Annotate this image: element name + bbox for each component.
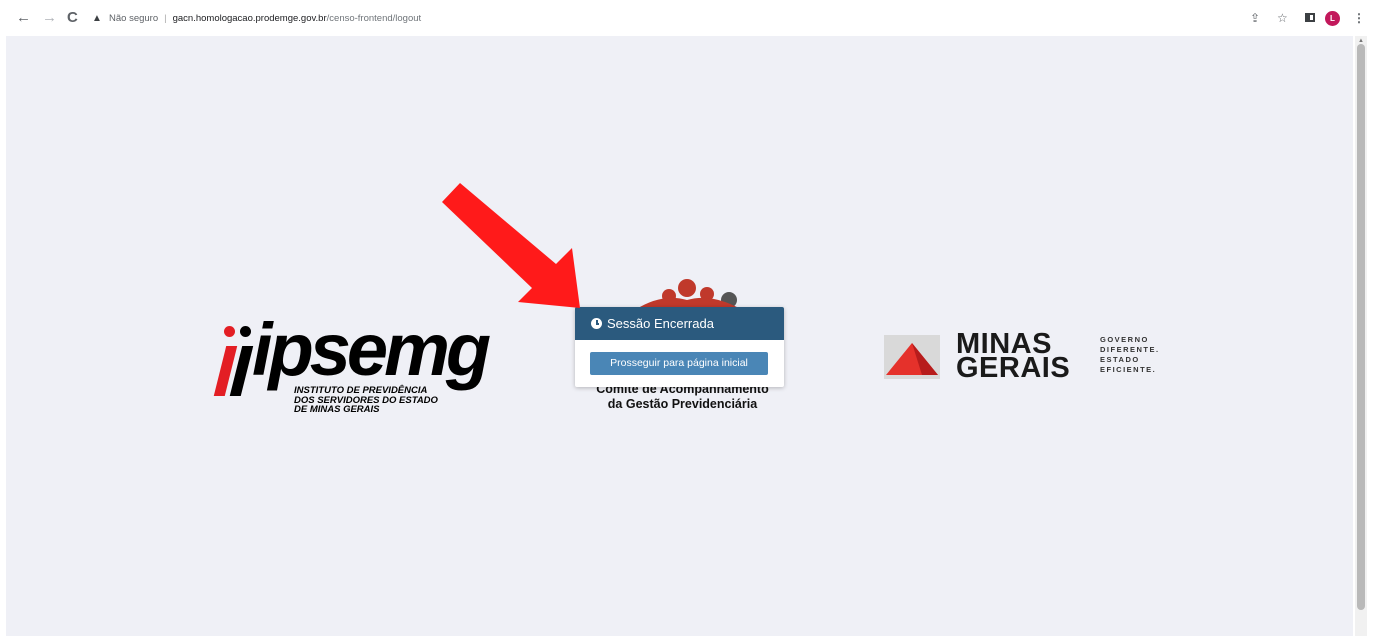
forward-arrow-icon[interactable]: → xyxy=(42,10,57,26)
bookmark-star-icon[interactable]: ☆ xyxy=(1277,10,1288,26)
url-host: gacn.homologacao.prodemge.gov.br xyxy=(172,13,327,24)
profile-avatar[interactable]: L xyxy=(1325,11,1340,26)
ipsemg-subtitle-line: DE MINAS GERAIS xyxy=(294,404,380,415)
scrollbar-thumb[interactable] xyxy=(1357,44,1365,610)
dialog-title: Sessão Encerrada xyxy=(607,316,714,331)
address-separator: | xyxy=(164,13,167,24)
mg-tagline-line: GOVERNO xyxy=(1100,335,1149,344)
logo-dot-black xyxy=(240,326,251,337)
mg-tagline-line: EFICIENTE. xyxy=(1100,365,1157,374)
dialog-header: Sessão Encerrada xyxy=(575,307,784,340)
minas-gerais-logo: MINAS GERAIS GOVERNO DIFERENTE. ESTADO E… xyxy=(884,330,1184,392)
browser-toolbar: ← → C ▲ Não seguro | gacn.homologacao.prode… xyxy=(0,0,1373,36)
reload-icon[interactable]: C xyxy=(67,10,78,26)
red-arrow-annotation xyxy=(442,183,580,308)
session-ended-dialog: Sessão Encerrada Prosseguir para página … xyxy=(575,307,784,387)
url-path: /censo-frontend/logout xyxy=(326,13,422,24)
mg-triangle-icon xyxy=(886,343,938,375)
address-bar[interactable]: ▲ Não seguro | gacn.homologacao.prodemge.go… xyxy=(92,10,1222,27)
continue-to-home-button[interactable]: Prosseguir para página inicial xyxy=(590,352,768,375)
ipsemg-wordmark: ipsemg xyxy=(252,308,491,391)
mg-tagline-line: DIFERENTE. xyxy=(1100,345,1160,354)
warning-icon: ▲ xyxy=(92,13,102,24)
committee-title-line: da Gestão Previdenciária xyxy=(607,397,758,411)
logo-dot-red xyxy=(224,326,235,337)
ipsemg-logo: ipsemg INSTITUTO DE PREVIDÊNCIA DOS SERV… xyxy=(213,310,504,426)
side-panel-icon[interactable] xyxy=(1305,13,1315,22)
security-label[interactable]: Não seguro xyxy=(109,13,158,24)
mg-word: GERAIS xyxy=(956,352,1071,384)
vertical-scrollbar[interactable]: ▲ xyxy=(1355,36,1367,636)
mg-tagline: GOVERNO DIFERENTE. ESTADO EFICIENTE. xyxy=(1100,335,1160,375)
kebab-menu-icon[interactable]: ⋮ xyxy=(1353,10,1365,26)
mg-tagline-line: ESTADO xyxy=(1100,355,1140,364)
back-arrow-icon[interactable]: ← xyxy=(16,10,31,26)
mg-wordmark: MINAS GERAIS xyxy=(956,330,1071,384)
ipsemg-subtitle: INSTITUTO DE PREVIDÊNCIA DOS SERVIDORES … xyxy=(294,386,438,415)
share-icon[interactable]: ⇪ xyxy=(1250,10,1260,26)
clock-icon xyxy=(591,318,602,329)
